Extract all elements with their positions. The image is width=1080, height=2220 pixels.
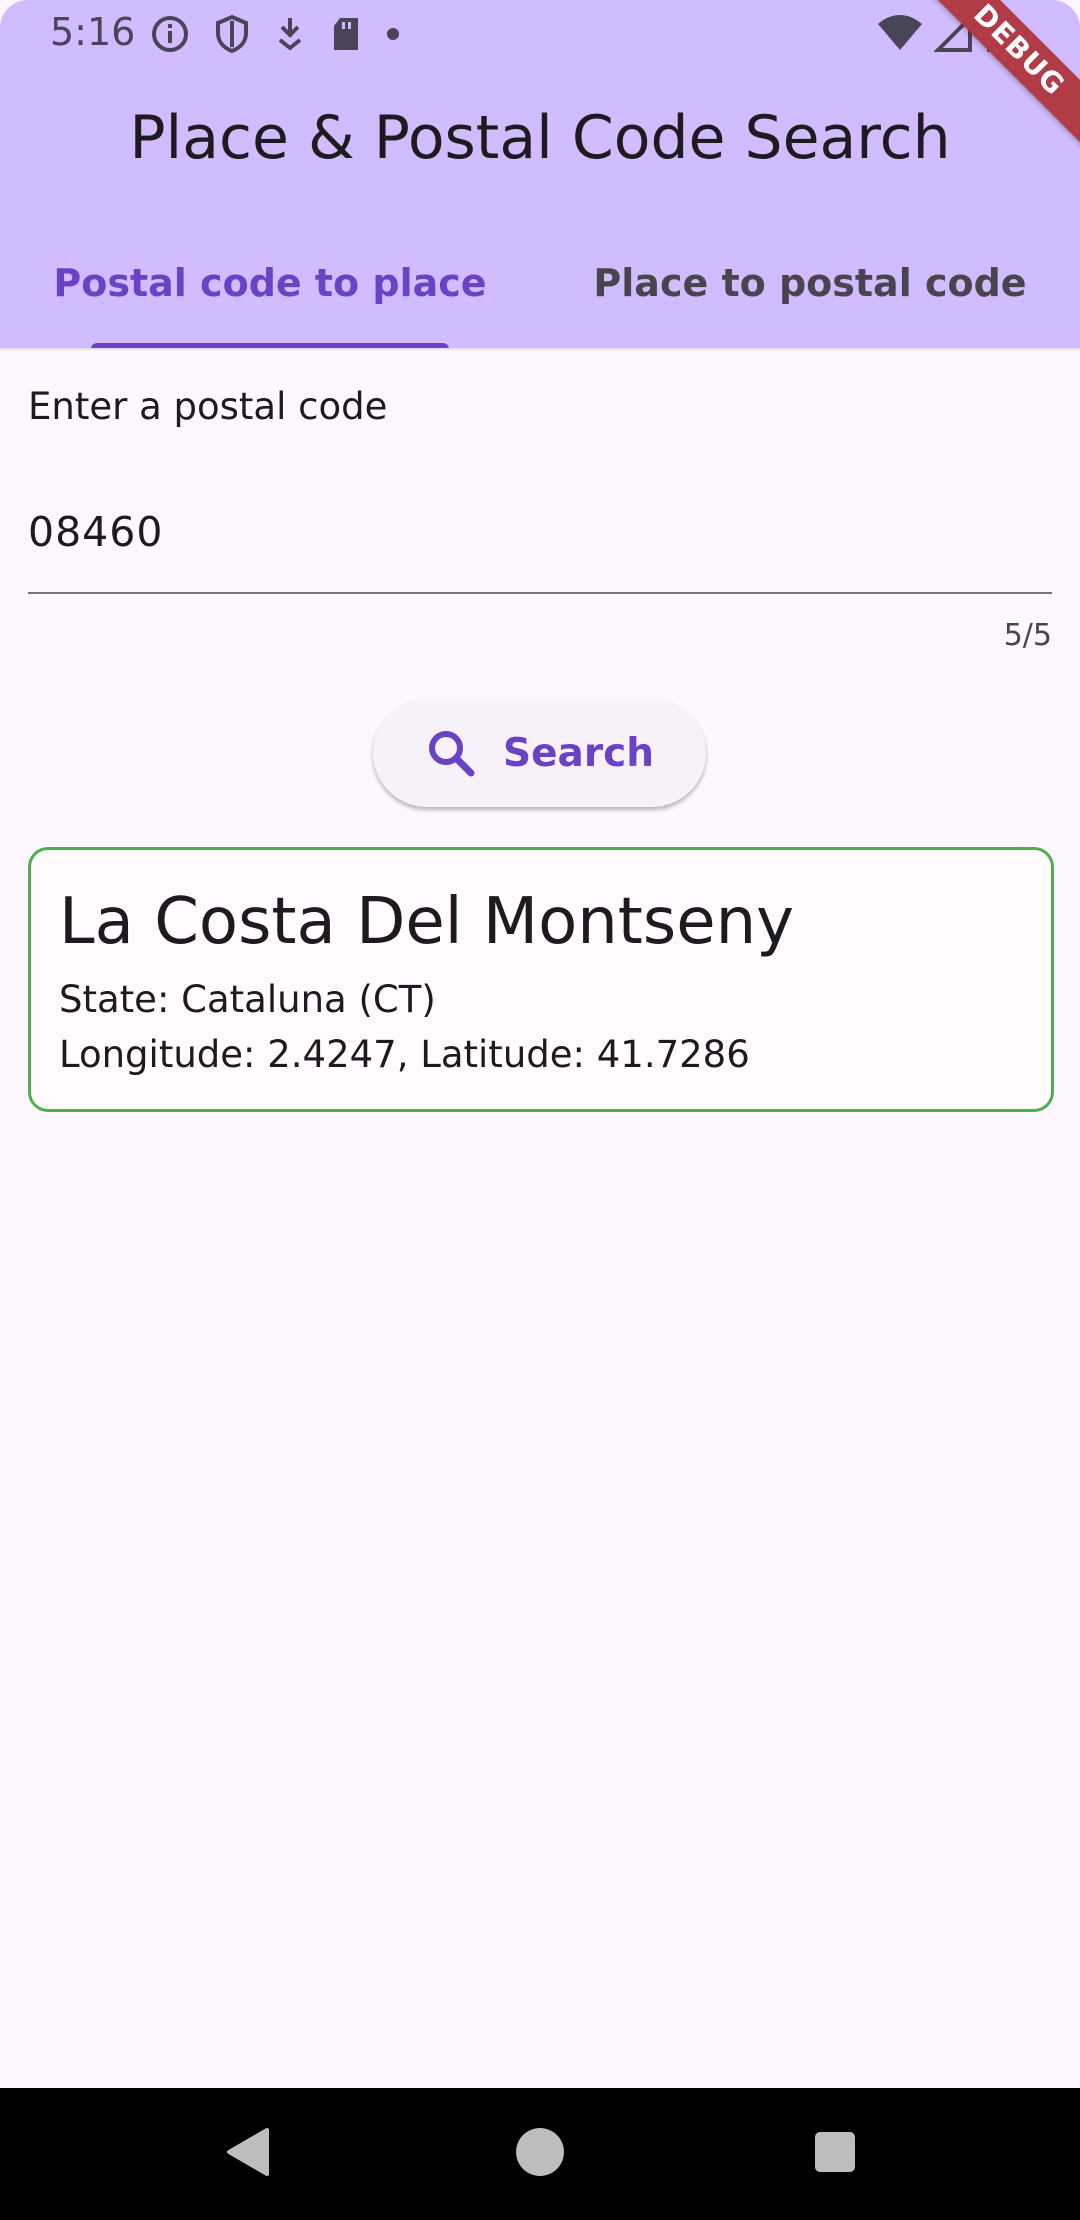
search-button[interactable]: Search xyxy=(373,699,706,807)
place-coordinates: Longitude: 2.4247, Latitude: 41.7286 xyxy=(59,1033,750,1076)
home-icon xyxy=(514,2126,566,2183)
info-icon xyxy=(150,14,190,54)
tab-divider xyxy=(0,348,1080,350)
result-card: La Costa Del Montseny State: Cataluna (C… xyxy=(28,847,1054,1112)
app-header: 5:16 Place & Postal Code Search Postal c… xyxy=(0,0,1080,350)
place-name: La Costa Del Montseny xyxy=(59,885,795,959)
status-time: 5:16 xyxy=(50,10,136,54)
sd-card-icon xyxy=(330,14,362,54)
recents-icon xyxy=(813,2130,857,2179)
app-title: Place & Postal Code Search xyxy=(129,103,951,173)
tab-bar: Postal code to place Place to postal cod… xyxy=(0,240,1080,350)
place-state: State: Cataluna (CT) xyxy=(59,978,436,1021)
search-icon xyxy=(425,727,477,779)
postal-code-label: Enter a postal code xyxy=(28,385,388,428)
download-icon xyxy=(274,14,306,54)
tab-place-to-postal-code[interactable]: Place to postal code xyxy=(540,240,1080,350)
home-button[interactable] xyxy=(480,2088,600,2220)
status-icons-left xyxy=(150,14,400,54)
search-button-label: Search xyxy=(503,730,654,776)
shield-icon xyxy=(214,14,250,54)
recents-button[interactable] xyxy=(775,2088,895,2220)
input-underline xyxy=(28,592,1052,594)
tab-postal-code-to-place[interactable]: Postal code to place xyxy=(0,240,540,350)
back-button[interactable] xyxy=(187,2088,307,2220)
wifi-icon xyxy=(876,14,924,59)
postal-code-input[interactable] xyxy=(28,500,1052,564)
character-counter: 5/5 xyxy=(1003,618,1052,653)
dot-icon xyxy=(386,14,400,54)
back-icon xyxy=(223,2126,271,2183)
navigation-bar xyxy=(0,2088,1080,2220)
status-bar: 5:16 xyxy=(0,0,1080,66)
